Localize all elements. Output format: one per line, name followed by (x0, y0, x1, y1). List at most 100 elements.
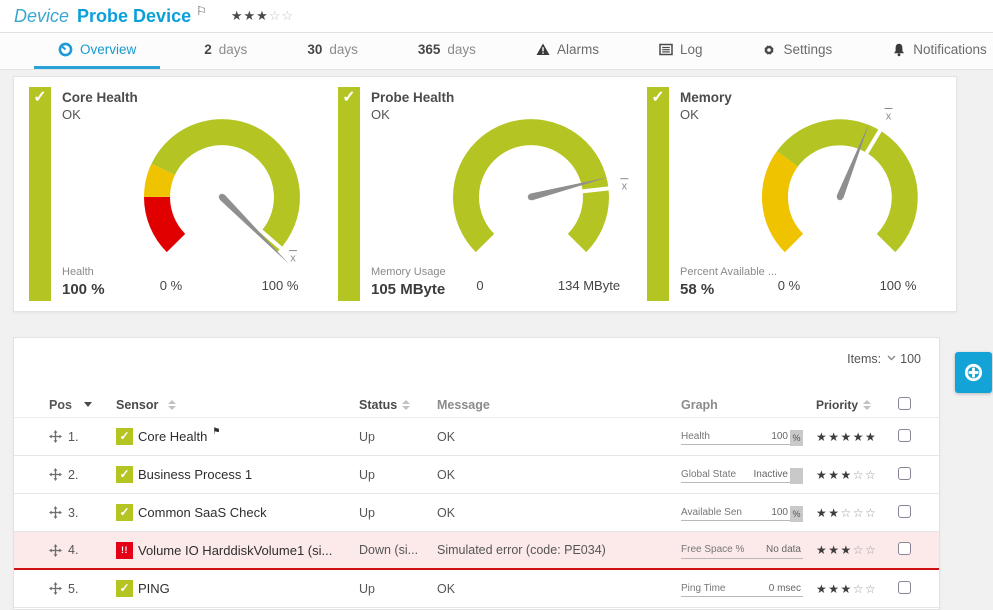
table-row[interactable]: 3. ✓Common SaaS Check Up OK Available Se… (14, 494, 939, 532)
gauge-icon (58, 42, 73, 57)
priority-stars[interactable]: ★★☆☆☆ (810, 506, 892, 520)
check-icon: ✓ (33, 89, 46, 106)
tab-30-days[interactable]: 30days (291, 33, 374, 69)
tab-settings-label: Settings (783, 42, 832, 57)
column-header-pos[interactable]: Pos (47, 398, 111, 412)
gear-icon (762, 43, 776, 57)
priority-rating[interactable]: ★★★☆☆ (231, 8, 294, 24)
table-row-alarm[interactable]: 4. !!Volume IO HarddiskVolume1 (si... Do… (14, 532, 939, 570)
tab-365-days[interactable]: 365days (402, 33, 492, 69)
svg-text:0 %: 0 % (778, 278, 801, 293)
gauge-status: OK (680, 107, 732, 123)
svg-text:100 %: 100 % (262, 278, 299, 293)
move-icon[interactable] (49, 468, 62, 481)
sensor-message: OK (430, 582, 670, 596)
sensor-message: OK (430, 430, 670, 444)
sensor-name-link[interactable]: Common SaaS Check (138, 505, 267, 520)
log-icon (659, 43, 673, 56)
sensor-name-link[interactable]: PING (138, 581, 170, 596)
row-position: 3. (68, 506, 78, 520)
row-checkbox[interactable] (898, 542, 911, 555)
mini-graph[interactable]: Global StateInactive (681, 466, 803, 483)
sort-icon (168, 400, 176, 410)
svg-text:x: x (886, 111, 892, 123)
priority-stars[interactable]: ★★★☆☆ (810, 582, 892, 596)
gauges-card: ✓ Core Health OK x0 %100 % Health 100 % … (13, 76, 957, 312)
tab-notifications-label: Notifications (913, 42, 987, 57)
gauge-panel-probe-health[interactable]: ✓ Probe Health OK x0134 MByte Memory Usa… (338, 87, 640, 301)
status-ok-bar: ✓ (338, 87, 360, 301)
mini-graph[interactable]: Available Sen100% (681, 504, 803, 521)
priority-stars[interactable]: ★★★☆☆ (810, 468, 892, 482)
gauge-panel-core-health[interactable]: ✓ Core Health OK x0 %100 % Health 100 % (29, 87, 331, 301)
rating-stars-filled: ★★★ (231, 8, 269, 23)
svg-text:x: x (622, 181, 628, 193)
mini-graph[interactable]: Health100% (681, 428, 803, 445)
priority-stars[interactable]: ★★★★★ (810, 430, 892, 444)
tab-bar: Overview 2days 30days 365days Alarms Log… (0, 33, 993, 70)
svg-text:100 %: 100 % (880, 278, 917, 293)
column-header-sensor[interactable]: Sensor (111, 398, 354, 412)
column-header-message[interactable]: Message (430, 398, 670, 412)
select-all-checkbox-cell (892, 397, 939, 413)
plus-circle-icon (963, 362, 984, 383)
row-position: 2. (68, 468, 78, 482)
column-header-status[interactable]: Status (354, 398, 430, 412)
sensor-message: Simulated error (code: PE034) (430, 543, 670, 557)
move-icon[interactable] (49, 544, 62, 557)
graph-unit: % (790, 506, 803, 522)
row-checkbox[interactable] (898, 505, 911, 518)
gauge-panel-memory[interactable]: ✓ Memory OK x0 %100 % Percent Available … (647, 87, 949, 301)
svg-text:x: x (290, 253, 296, 265)
device-type-label: Device (14, 6, 69, 27)
gauge-channel-value: 105 MByte (371, 280, 446, 300)
flag-icon[interactable]: ⚐ (196, 4, 207, 18)
priority-stars[interactable]: ★★★☆☆ (810, 543, 892, 557)
row-position: 5. (68, 582, 78, 596)
move-icon[interactable] (49, 506, 62, 519)
column-header-graph[interactable]: Graph (670, 398, 810, 412)
page-header: Device Probe Device ⚐ ★★★☆☆ (0, 0, 993, 33)
sensor-ok-icon: ✓ (116, 428, 133, 445)
sort-icon (863, 400, 871, 410)
gauge-channel-label: Percent Available ... (680, 265, 777, 279)
warning-icon (536, 43, 550, 56)
table-row[interactable]: 5. ✓PING Up OK Ping Time0 msec ★★★☆☆ (14, 570, 939, 608)
mini-graph[interactable]: Ping Time0 msec (681, 580, 803, 597)
sensor-name-link[interactable]: Business Process 1 (138, 467, 252, 482)
table-row[interactable]: 2. ✓Business Process 1 Up OK Global Stat… (14, 456, 939, 494)
row-checkbox[interactable] (898, 581, 911, 594)
mini-graph[interactable]: Free Space %No data (681, 542, 803, 559)
tab-log[interactable]: Log (643, 33, 719, 69)
sensor-name-link[interactable]: Volume IO HarddiskVolume1 (si... (138, 543, 332, 558)
sensor-ok-icon: ✓ (116, 580, 133, 597)
select-all-checkbox[interactable] (898, 397, 911, 410)
sensor-ok-icon: ✓ (116, 504, 133, 521)
gauge-channel-label: Health (62, 265, 105, 279)
sort-desc-icon (84, 402, 92, 407)
row-checkbox[interactable] (898, 467, 911, 480)
tab-overview[interactable]: Overview (34, 33, 160, 69)
column-header-priority[interactable]: Priority (810, 398, 892, 412)
row-position: 1. (68, 430, 78, 444)
svg-text:134 MByte: 134 MByte (558, 278, 620, 293)
add-button[interactable] (955, 352, 992, 393)
move-icon[interactable] (49, 430, 62, 443)
table-row[interactable]: 1. ✓Core Health⚑ Up OK Health100% ★★★★★ (14, 418, 939, 456)
core-health-gauge: x0 %100 % (107, 97, 337, 297)
tab-alarms-label: Alarms (557, 42, 599, 57)
sensor-status: Up (354, 506, 430, 520)
tab-notifications[interactable]: Notifications (876, 33, 993, 69)
tab-alarms[interactable]: Alarms (520, 33, 615, 69)
row-checkbox[interactable] (898, 429, 911, 442)
items-selector[interactable]: Items: 100 (14, 338, 939, 392)
move-icon[interactable] (49, 582, 62, 595)
tab-log-label: Log (680, 42, 703, 57)
sensor-name-link[interactable]: Core Health (138, 429, 207, 444)
sensor-message: OK (430, 468, 670, 482)
tab-settings[interactable]: Settings (746, 33, 848, 69)
items-value: 100 (900, 352, 921, 366)
sensor-table-card: Items: 100 Pos Sensor Status Message Gra… (13, 337, 940, 610)
tab-2-days[interactable]: 2days (188, 33, 263, 69)
gauge-channel-value: 58 % (680, 280, 777, 300)
